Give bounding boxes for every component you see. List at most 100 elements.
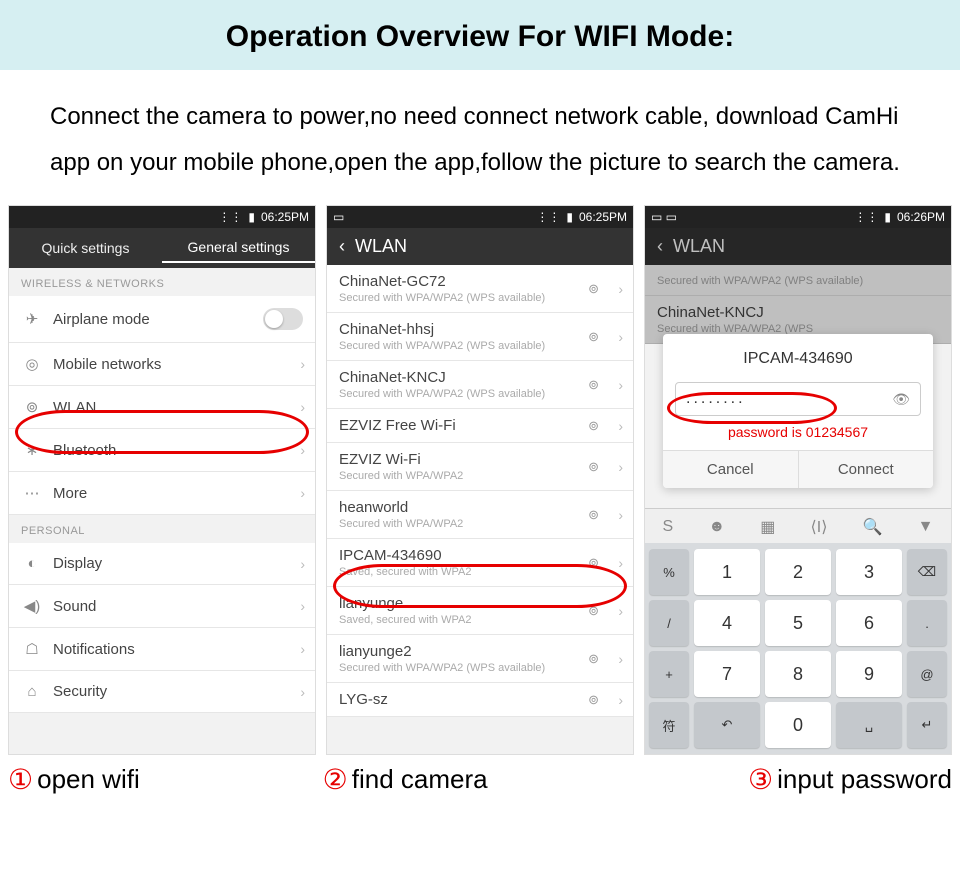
wifi-signal-icon: ⊚ (588, 603, 599, 619)
row-mobile-networks[interactable]: ◎ Mobile networks › (9, 343, 315, 386)
key-percent[interactable]: % (649, 549, 689, 595)
chevron-right-icon: › (300, 684, 305, 700)
wifi-sub: Secured with WPA/WPA2 (339, 518, 463, 530)
wifi-signal-icon: ⊚ (588, 329, 599, 345)
wifi-signal-icon: ⊚ (588, 507, 599, 523)
kb-tool[interactable]: 🔍 (863, 517, 883, 537)
wifi-sub: Secured with WPA/WPA2 (339, 470, 463, 482)
kb-tool[interactable]: ▦ (760, 517, 775, 537)
chevron-right-icon: › (618, 603, 623, 619)
page-title: Operation Overview For WIFI Mode: (40, 20, 920, 54)
back-icon[interactable]: ‹ (339, 236, 345, 257)
chevron-right-icon: › (618, 418, 623, 434)
status-time: 06:25PM (579, 210, 627, 224)
key-4[interactable]: 4 (694, 600, 760, 646)
wifi-sub: Secured with WPA/WPA2 (WPS available) (339, 292, 545, 304)
wifi-row[interactable]: IPCAM-434690Saved, secured with WPA2⊚› (327, 539, 633, 587)
wlan-title-bar: ‹ WLAN (327, 228, 633, 265)
mobile-networks-icon: ◎ (21, 355, 43, 373)
wifi-signal-icon: ⊚ (588, 281, 599, 297)
kb-tool[interactable]: ▼ (918, 518, 934, 536)
key-dot[interactable]: . (907, 600, 947, 646)
wifi-row[interactable]: EZVIZ Free Wi-Fi⊚› (327, 409, 633, 443)
chevron-right-icon: › (300, 356, 305, 372)
chevron-right-icon: › (618, 377, 623, 393)
row-more[interactable]: ⋯ More › (9, 472, 315, 515)
wifi-sub: Secured with WPA/WPA2 (WPS available) (657, 275, 863, 287)
key-9[interactable]: 9 (836, 651, 902, 697)
wifi-name: ChinaNet-hhsj (339, 321, 434, 338)
wifi-row[interactable]: LYG-sz⊚› (327, 683, 633, 717)
wifi-row[interactable]: ChinaNet-GC72 Secured with WPA/WPA2 (WPS … (327, 265, 633, 313)
screenshots-row: ⋮⋮ ▮ 06:25PM Quick settings General sett… (0, 205, 960, 755)
row-airplane-mode[interactable]: ✈ Airplane mode (9, 296, 315, 343)
dialog-buttons: Cancel Connect (663, 450, 933, 488)
key-2[interactable]: 2 (765, 549, 831, 595)
key-undo[interactable]: ↶ (694, 702, 760, 748)
key-symbol[interactable]: 符 (649, 702, 689, 748)
password-note: password is 01234567 (675, 424, 921, 440)
key-at[interactable]: @ (907, 651, 947, 697)
wifi-name: lianyunge (339, 595, 403, 612)
connect-button[interactable]: Connect (799, 451, 934, 488)
wifi-sub: Saved, secured with WPA2 (339, 614, 471, 626)
tab-quick-settings[interactable]: Quick settings (9, 234, 162, 262)
key-space[interactable]: ␣ (836, 702, 902, 748)
kb-tool[interactable]: ⟨I⟩ (811, 517, 828, 537)
caption-text: find camera (352, 764, 488, 795)
row-bluetooth[interactable]: ∗ Bluetooth › (9, 429, 315, 472)
wifi-row[interactable]: heanworldSecured with WPA/WPA2⊚› (327, 491, 633, 539)
chevron-right-icon: › (618, 651, 623, 667)
key-0[interactable]: 0 (765, 702, 831, 748)
wifi-row[interactable]: ChinaNet-hhsj Secured with WPA/WPA2 (WPS … (327, 313, 633, 361)
signal-icon: ⋮⋮ (854, 210, 878, 224)
row-display[interactable]: ◐ Display › (9, 543, 315, 585)
wifi-name: heanworld (339, 499, 408, 516)
key-5[interactable]: 5 (765, 600, 831, 646)
wifi-name: ChinaNet-GC72 (339, 273, 446, 290)
key-slash[interactable]: / (649, 600, 689, 646)
header-bar: Operation Overview For WIFI Mode: (0, 0, 960, 70)
key-8[interactable]: 8 (765, 651, 831, 697)
row-label: Notifications (53, 641, 303, 658)
chevron-right-icon: › (300, 442, 305, 458)
wifi-name: IPCAM-434690 (339, 547, 442, 564)
section-wireless: WIRELESS & NETWORKS (9, 268, 315, 296)
wifi-row[interactable]: EZVIZ Wi-FiSecured with WPA/WPA2⊚› (327, 443, 633, 491)
key-enter[interactable]: ↵ (907, 702, 947, 748)
phone-screenshot-1: ⋮⋮ ▮ 06:25PM Quick settings General sett… (8, 205, 316, 755)
key-1[interactable]: 1 (694, 549, 760, 595)
key-backspace[interactable]: ⌫ (907, 549, 947, 595)
wifi-name: ChinaNet-KNCJ (657, 304, 764, 321)
cancel-button[interactable]: Cancel (663, 451, 799, 488)
caption-3: ③ input password (637, 763, 952, 796)
captions-row: ① open wifi ② find camera ③ input passwo… (0, 755, 960, 796)
kb-tool[interactable]: ☻ (708, 518, 725, 536)
security-icon: ⌂ (21, 683, 43, 700)
wifi-row[interactable]: lianyunge2Secured with WPA/WPA2 (WPS ava… (327, 635, 633, 683)
wifi-signal-icon: ⊚ (588, 555, 599, 571)
key-7[interactable]: 7 (694, 651, 760, 697)
row-security[interactable]: ⌂ Security › (9, 671, 315, 713)
photo-icon: ▭ ▭ (651, 210, 677, 224)
airplane-toggle[interactable] (263, 308, 303, 330)
row-notifications[interactable]: ☖ Notifications › (9, 628, 315, 671)
status-bar: ▭ ▭ ⋮⋮ ▮ 06:26PM (645, 206, 951, 228)
wifi-row[interactable]: lianyunge Saved, secured with WPA2 ⊚ › (327, 587, 633, 635)
key-plus[interactable]: + (649, 651, 689, 697)
wifi-sub: Secured with WPA/WPA2 (WPS available) (339, 340, 545, 352)
wifi-row[interactable]: ChinaNet-KNCJSecured with WPA/WPA2 (WPS … (327, 361, 633, 409)
tab-general-settings[interactable]: General settings (162, 233, 315, 263)
chevron-right-icon: › (300, 598, 305, 614)
bluetooth-icon: ∗ (21, 441, 43, 459)
wifi-name: EZVIZ Free Wi-Fi (339, 417, 456, 434)
row-sound[interactable]: ◀) Sound › (9, 585, 315, 628)
row-label: WLAN (53, 399, 303, 416)
instructions-text: Connect the camera to power,no need conn… (0, 70, 960, 205)
eye-icon[interactable]: 👁 (892, 391, 910, 408)
key-3[interactable]: 3 (836, 549, 902, 595)
row-wlan[interactable]: ⊚ WLAN › (9, 386, 315, 429)
key-6[interactable]: 6 (836, 600, 902, 646)
kb-tool[interactable]: S (663, 518, 674, 536)
chevron-right-icon: › (618, 459, 623, 475)
